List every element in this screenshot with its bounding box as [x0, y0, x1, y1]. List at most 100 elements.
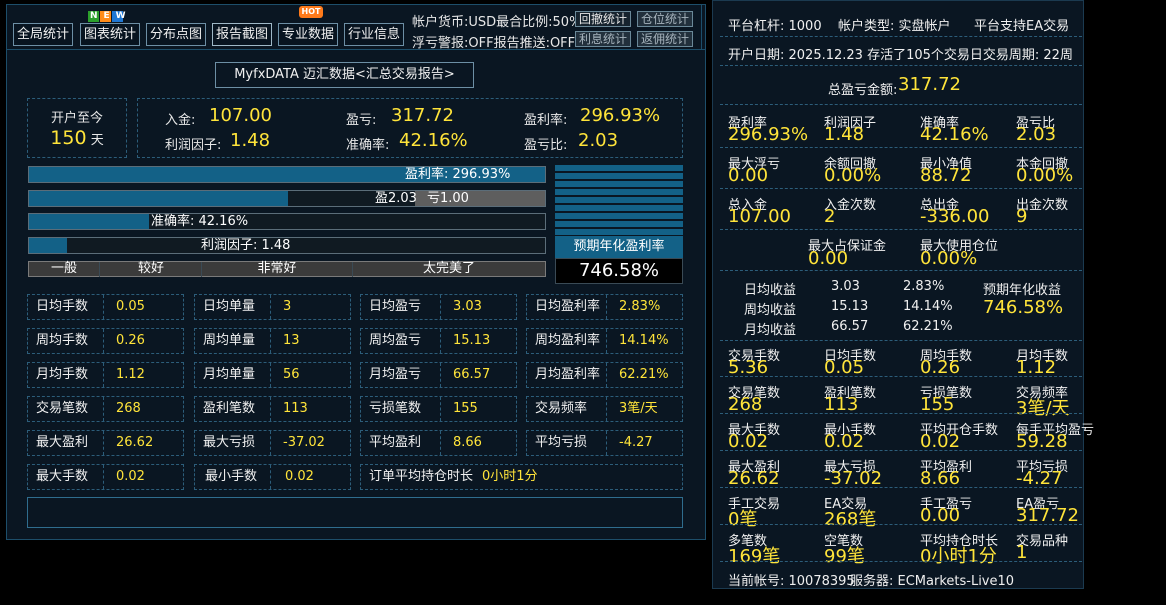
account-stat-value: 155 [920, 394, 955, 415]
deposit-value: 107.00 [209, 105, 272, 126]
min-lots-cell: 最小手数 0.02 [194, 464, 351, 490]
account-stat-value: -37.02 [824, 468, 883, 489]
account-stat-value: -4.27 [1016, 468, 1063, 489]
stat-value: 56 [283, 367, 300, 382]
stat-cell: 亏损笔数 155 [360, 396, 517, 422]
withdraw-stats-button[interactable]: 回撤统计 [575, 11, 631, 27]
stat-cell: 最大盈利 26.62 [27, 430, 184, 456]
stat-label: 周均盈利率 [527, 329, 607, 353]
account-stat-value: 0笔 [728, 509, 758, 530]
account-stat-value: 268笔 [824, 509, 877, 530]
stat-label: 盈利笔数 [195, 397, 271, 421]
chart-stats-button[interactable]: 图表统计 [80, 23, 140, 46]
weekly-income-label: 周均收益 [744, 303, 797, 318]
grid-divider [720, 450, 1082, 451]
interest-stats-button[interactable]: 利息统计 [575, 31, 631, 47]
stat-label: 日均盈利率 [527, 295, 607, 319]
account-stat-value: 0.26 [920, 357, 961, 378]
avg-hold-value: 0小时1分 [482, 469, 538, 484]
distribution-chart-button[interactable]: 分布点图 [146, 23, 206, 46]
account-number: 当前帐号: 10078395 [728, 574, 855, 589]
account-stat-value: 9 [1016, 206, 1028, 227]
alert-info: 浮亏警报:OFF报告推送:OFF [412, 36, 576, 51]
stat-cell: 日均单量 3 [194, 294, 351, 320]
stat-cell: 盈利笔数 113 [194, 396, 351, 422]
accuracy-value: 42.16% [399, 130, 468, 151]
account-stat-value: 296.93% [728, 124, 809, 145]
account-stat-value: 317.72 [1016, 505, 1079, 526]
max-margin-value: 0.00 [808, 248, 849, 269]
account-stat-value: 0.00 [920, 505, 961, 526]
rating-scale-2: 较好 [137, 261, 164, 276]
total-pnl-value: 317.72 [898, 74, 961, 95]
open-days-box: 开户至今 150 天 [27, 98, 127, 158]
annual-income-value: 746.58% [983, 297, 1064, 318]
stat-cell: 平均盈利 8.66 [360, 430, 517, 456]
industry-info-button[interactable]: 行业信息 [344, 23, 404, 46]
report-title: MyfxDATA 迈汇数据<汇总交易报告> [215, 62, 474, 88]
loss-bar-text: 亏1.00 [427, 191, 469, 206]
global-stats-button[interactable]: 全局统计 [13, 23, 73, 46]
annual-label: 预期年化盈利率 [555, 236, 683, 258]
grid-divider [720, 561, 1082, 562]
stat-label: 月均手数 [28, 363, 104, 387]
stat-label: 最大盈利 [28, 431, 104, 455]
account-stat-value: 0.02 [728, 431, 769, 452]
stat-label: 平均盈利 [361, 431, 441, 455]
rating-scale-1: 一般 [50, 261, 77, 276]
right-divider-2 [720, 65, 1082, 66]
account-stat-value: 99笔 [824, 546, 865, 567]
position-stats-button[interactable]: 仓位统计 [637, 11, 693, 27]
account-stat-value: 1.48 [824, 124, 865, 145]
server-name: 服务器: ECMarkets-Live10 [850, 574, 1015, 589]
stat-cell: 日均盈利率 2.83% [526, 294, 683, 320]
profit-rate-bar-text: 盈利率: 296.93% [405, 167, 511, 182]
avg-hold-label: 订单平均持仓时长 [369, 469, 474, 484]
stat-cell: 周均盈利率 14.14% [526, 328, 683, 354]
account-stat-value: 0.05 [824, 357, 865, 378]
account-stat-value: 169笔 [728, 546, 781, 567]
account-stat-value: 8.66 [920, 468, 961, 489]
min-lots-value: 0.02 [285, 469, 314, 484]
stat-value: 14.14% [619, 333, 669, 348]
ea-support-text: 平台支持EA交易 [974, 19, 1070, 34]
stat-value: 268 [116, 401, 141, 416]
rebate-stats-button[interactable]: 返佣统计 [637, 31, 693, 47]
stat-label: 日均盈亏 [361, 295, 441, 319]
stat-value: 0.26 [116, 333, 145, 348]
stat-label: 日均手数 [28, 295, 104, 319]
stat-value: 3笔/天 [619, 401, 658, 416]
account-stat-value: 268 [728, 394, 763, 415]
account-stat-value: 113 [824, 394, 859, 415]
account-type-text: 帐户类型: 实盘帐户 [838, 19, 951, 34]
deposit-label: 入金: [165, 113, 196, 128]
account-stat-value: 0.00 [728, 165, 769, 186]
stat-value: 0.05 [116, 299, 145, 314]
right-divider-3 [720, 104, 1082, 105]
annual-value: 746.58% [555, 258, 683, 284]
rating-scale: 一般 较好 非常好 太完美了 [28, 261, 546, 277]
stat-label: 月均盈亏 [361, 363, 441, 387]
open-date-text: 开户日期: 2025.12.23 存活了105个交易日交易周期: 22周 [728, 48, 1073, 63]
account-stat-value: 42.16% [920, 124, 989, 145]
stat-label: 平均亏损 [527, 431, 607, 455]
stat-cell: 月均单量 56 [194, 362, 351, 388]
professional-data-button[interactable]: 专业数据 [278, 23, 338, 46]
stat-label: 周均手数 [28, 329, 104, 353]
stat-label: 月均盈利率 [527, 363, 607, 387]
pnl-label: 盈亏: [346, 113, 377, 128]
stat-cell: 平均亏损 -4.27 [526, 430, 683, 456]
account-stat-value: 0小时1分 [920, 546, 997, 567]
stat-value: -4.27 [619, 435, 653, 450]
stat-value: -37.02 [283, 435, 325, 450]
account-stat-value: 1 [1016, 542, 1028, 563]
stat-value: 62.21% [619, 367, 669, 382]
win-bar-fill [29, 191, 289, 206]
currency-info: 帐户货币:USD最合比例:50% [412, 15, 582, 30]
stat-cell: 日均盈亏 3.03 [360, 294, 517, 320]
account-stat-value: 2 [824, 206, 836, 227]
account-stat-value: 1.12 [1016, 357, 1057, 378]
report-screenshot-button[interactable]: 报告截图 [212, 23, 272, 46]
accuracy-bar-text: 准确率: 42.16% [151, 214, 249, 229]
stat-label: 亏损笔数 [361, 397, 441, 421]
